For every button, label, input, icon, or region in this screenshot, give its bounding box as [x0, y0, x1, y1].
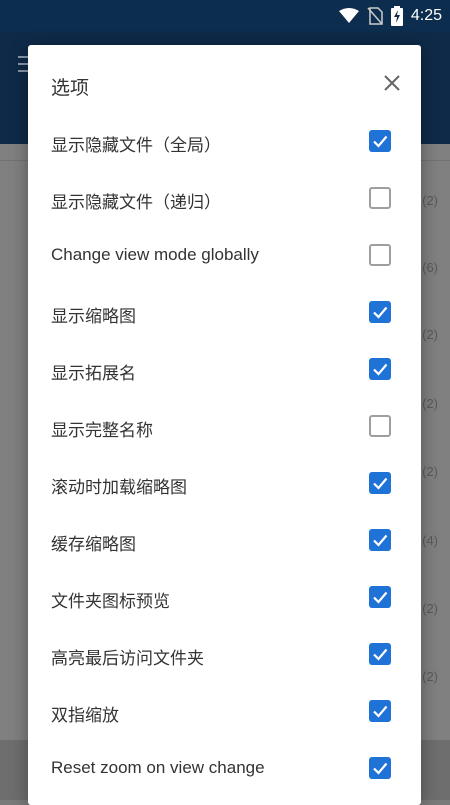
item-count: (2) — [422, 327, 438, 342]
option-row[interactable]: Reset zoom on view change — [28, 740, 421, 797]
option-label: 高亮最后访问文件夹 — [51, 649, 204, 668]
option-checkbox[interactable] — [369, 700, 391, 722]
option-checkbox[interactable] — [369, 244, 391, 266]
item-count: (6) — [422, 260, 438, 275]
option-checkbox[interactable] — [369, 358, 391, 380]
option-checkbox[interactable] — [369, 187, 391, 209]
status-bar: 4:25 — [0, 0, 450, 32]
option-checkbox[interactable] — [369, 529, 391, 551]
option-label: 显示缩略图 — [51, 307, 136, 326]
option-row[interactable]: 显示缩略图 — [28, 284, 421, 341]
option-row[interactable]: 滚动时加载缩略图 — [28, 455, 421, 512]
option-checkbox[interactable] — [369, 301, 391, 323]
item-count: (2) — [422, 193, 438, 208]
item-count: (2) — [422, 464, 438, 479]
option-label: 显示隐藏文件（全局） — [51, 136, 221, 155]
option-row[interactable]: 高亮最后访问文件夹 — [28, 626, 421, 683]
item-count: (2) — [422, 601, 438, 616]
option-row[interactable]: 双指缩放 — [28, 683, 421, 740]
option-row[interactable]: Change view mode globally — [28, 227, 421, 284]
options-dialog: 选项 显示隐藏文件（全局） 显示隐藏文件（递归） Change view mode … — [28, 45, 421, 805]
option-label: 滚动时加载缩略图 — [51, 478, 187, 497]
option-label: Reset zoom on view change — [51, 758, 265, 777]
option-label: 文件夹图标预览 — [51, 592, 170, 611]
item-count: (2) — [422, 396, 438, 411]
option-label: Change view mode globally — [51, 245, 259, 264]
option-checkbox[interactable] — [369, 643, 391, 665]
option-checkbox[interactable] — [369, 586, 391, 608]
option-label: 显示拓展名 — [51, 364, 136, 383]
item-count: (2) — [422, 669, 438, 684]
item-count: (4) — [422, 533, 438, 548]
dialog-title: 选项 — [51, 78, 90, 99]
close-icon — [384, 75, 400, 91]
close-button[interactable] — [380, 71, 404, 95]
status-icons: 4:25 — [338, 6, 442, 26]
status-time: 4:25 — [410, 7, 442, 24]
option-label: 显示隐藏文件（递归） — [51, 193, 221, 212]
battery-charging-icon — [390, 6, 403, 26]
option-row[interactable]: 缓存缩略图 — [28, 512, 421, 569]
option-row[interactable]: 显示隐藏文件（全局） — [28, 113, 421, 170]
wifi-icon — [338, 8, 359, 23]
option-row[interactable]: 显示隐藏文件（递归） — [28, 170, 421, 227]
option-checkbox[interactable] — [369, 130, 391, 152]
no-sim-icon — [367, 7, 383, 25]
option-label: 缓存缩略图 — [51, 535, 136, 554]
option-label: 双指缩放 — [51, 706, 119, 725]
option-label: 显示完整名称 — [51, 421, 153, 440]
option-row[interactable]: 显示拓展名 — [28, 341, 421, 398]
option-checkbox[interactable] — [369, 757, 391, 779]
option-row[interactable]: 文件夹图标预览 — [28, 569, 421, 626]
option-row[interactable]: 显示完整名称 — [28, 398, 421, 455]
option-checkbox[interactable] — [369, 472, 391, 494]
option-checkbox[interactable] — [369, 415, 391, 437]
